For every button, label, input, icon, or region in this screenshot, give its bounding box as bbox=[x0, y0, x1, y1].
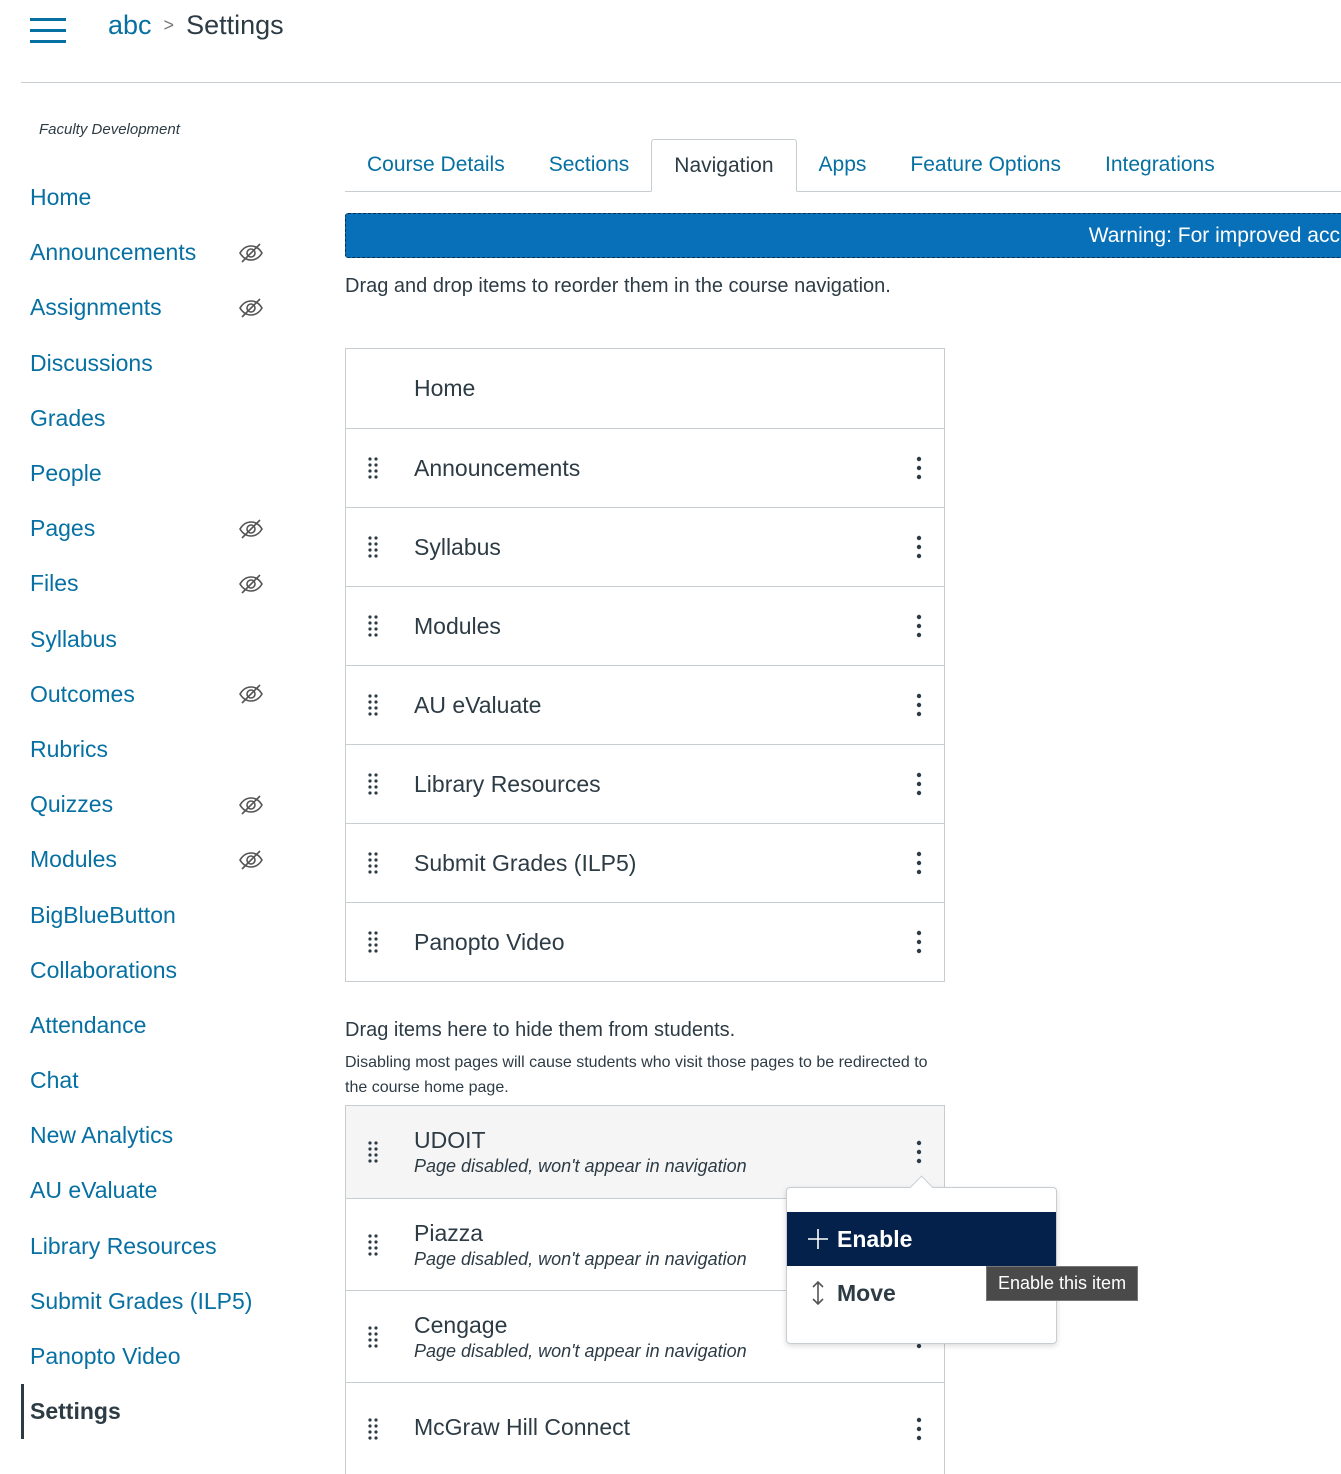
eye-slash-icon bbox=[239, 850, 263, 870]
sidebar-item[interactable]: Quizzes bbox=[30, 777, 280, 832]
tab[interactable]: Sections bbox=[527, 139, 652, 191]
hamburger-menu-button[interactable] bbox=[30, 18, 66, 44]
drag-handle-icon[interactable] bbox=[367, 1417, 379, 1441]
drag-handle-icon[interactable] bbox=[367, 614, 379, 638]
sidebar-item[interactable]: Syllabus bbox=[30, 612, 280, 667]
tooltip: Enable this item bbox=[986, 1266, 1139, 1301]
tab[interactable]: Integrations bbox=[1083, 139, 1237, 191]
more-options-icon[interactable] bbox=[914, 771, 924, 797]
sidebar-item[interactable]: Submit Grades (ILP5) bbox=[30, 1274, 280, 1329]
more-options-icon[interactable] bbox=[914, 613, 924, 639]
disabled-nav-item[interactable]: McGraw Hill Connect bbox=[346, 1382, 944, 1474]
sidebar-item[interactable]: Discussions bbox=[30, 336, 280, 391]
tab[interactable]: Apps bbox=[797, 139, 889, 191]
tab[interactable]: Feature Options bbox=[888, 139, 1083, 191]
eye-slash-icon bbox=[239, 519, 263, 539]
sidebar-item[interactable]: Library Resources bbox=[30, 1219, 280, 1274]
eye-slash-icon bbox=[239, 574, 263, 594]
drag-handle-icon[interactable] bbox=[367, 930, 379, 954]
drag-handle-icon[interactable] bbox=[367, 851, 379, 875]
drag-handle-icon[interactable] bbox=[367, 693, 379, 717]
sidebar-item[interactable]: Rubrics bbox=[30, 722, 280, 777]
nav-list-item[interactable]: Syllabus bbox=[346, 507, 944, 586]
chevron-right-icon: > bbox=[163, 15, 175, 35]
course-nav-sidebar: Home Announcements Assignments Discussions G… bbox=[21, 170, 280, 1440]
drag-handle-icon[interactable] bbox=[367, 1233, 379, 1257]
sidebar-item[interactable]: AU eValuate bbox=[30, 1163, 280, 1218]
more-options-icon[interactable] bbox=[914, 534, 924, 560]
nav-list-item[interactable]: Announcements bbox=[346, 428, 944, 507]
plus-icon bbox=[808, 1229, 828, 1249]
hidden-section-heading: Drag items here to hide them from studen… bbox=[345, 1019, 736, 1041]
sidebar-item[interactable]: People bbox=[30, 446, 280, 501]
nav-list-item[interactable]: AU eValuate bbox=[346, 665, 944, 744]
sidebar-item[interactable]: BigBlueButton bbox=[30, 887, 280, 942]
enable-menu-item[interactable]: Enable bbox=[787, 1212, 1056, 1266]
more-options-icon[interactable] bbox=[914, 1139, 924, 1165]
sidebar-item[interactable]: Announcements bbox=[30, 225, 280, 280]
more-options-icon[interactable] bbox=[914, 1416, 924, 1442]
sidebar-item[interactable]: Settings bbox=[21, 1384, 280, 1440]
sidebar-item[interactable]: Grades bbox=[30, 391, 280, 446]
header-divider bbox=[21, 82, 1341, 83]
settings-tabs: Course Details Sections Navigation Apps Feat… bbox=[345, 139, 1341, 192]
drag-handle-icon[interactable] bbox=[367, 535, 379, 559]
sidebar-item[interactable]: Panopto Video bbox=[30, 1329, 280, 1384]
enabled-nav-list: Home Announcements Syllabus Modules AU eValu… bbox=[345, 348, 945, 982]
sidebar-item[interactable]: Home bbox=[30, 170, 280, 225]
sidebar-item[interactable]: Collaborations bbox=[30, 943, 280, 998]
eye-slash-icon bbox=[239, 243, 263, 263]
move-arrows-icon bbox=[812, 1280, 824, 1306]
instructions-text: Drag and drop items to reorder them in t… bbox=[345, 275, 891, 297]
tab[interactable]: Navigation bbox=[651, 139, 797, 192]
sidebar-item[interactable]: Files bbox=[30, 556, 280, 611]
breadcrumb: abc > Settings bbox=[108, 10, 284, 41]
nav-list-item[interactable]: Panopto Video bbox=[346, 902, 944, 981]
sidebar-item[interactable]: Attendance bbox=[30, 998, 280, 1053]
eye-slash-icon bbox=[239, 795, 263, 815]
sidebar-item[interactable]: Outcomes bbox=[30, 667, 280, 722]
sidebar-item[interactable]: Pages bbox=[30, 501, 280, 556]
hidden-section-description: Disabling most pages will cause students… bbox=[345, 1054, 928, 1096]
tab[interactable]: Course Details bbox=[345, 139, 527, 191]
sidebar-item[interactable]: Modules bbox=[30, 832, 280, 887]
sidebar-item[interactable]: Assignments bbox=[30, 280, 280, 335]
sidebar-item[interactable]: Chat bbox=[30, 1053, 280, 1108]
disabled-nav-item[interactable]: UDOIT Page disabled, won't appear in navi… bbox=[346, 1106, 944, 1198]
nav-list-item[interactable]: Submit Grades (ILP5) bbox=[346, 823, 944, 902]
course-name: Faculty Development bbox=[39, 121, 180, 138]
breadcrumb-current: Settings bbox=[186, 10, 284, 40]
drag-handle-icon[interactable] bbox=[367, 1325, 379, 1349]
drag-handle-icon[interactable] bbox=[367, 1140, 379, 1164]
eye-slash-icon bbox=[239, 684, 263, 704]
sidebar-item[interactable]: New Analytics bbox=[30, 1108, 280, 1163]
breadcrumb-course-link[interactable]: abc bbox=[108, 10, 152, 40]
warning-banner: Warning: For improved acc bbox=[345, 213, 1341, 258]
nav-list-item[interactable]: Library Resources bbox=[346, 744, 944, 823]
more-options-icon[interactable] bbox=[914, 850, 924, 876]
nav-list-item[interactable]: Modules bbox=[346, 586, 944, 665]
drag-handle-icon[interactable] bbox=[367, 456, 379, 480]
more-options-icon[interactable] bbox=[914, 455, 924, 481]
more-options-icon[interactable] bbox=[914, 929, 924, 955]
eye-slash-icon bbox=[239, 298, 263, 318]
more-options-icon[interactable] bbox=[914, 692, 924, 718]
drag-handle-icon[interactable] bbox=[367, 772, 379, 796]
nav-list-item[interactable]: Home bbox=[346, 349, 944, 428]
